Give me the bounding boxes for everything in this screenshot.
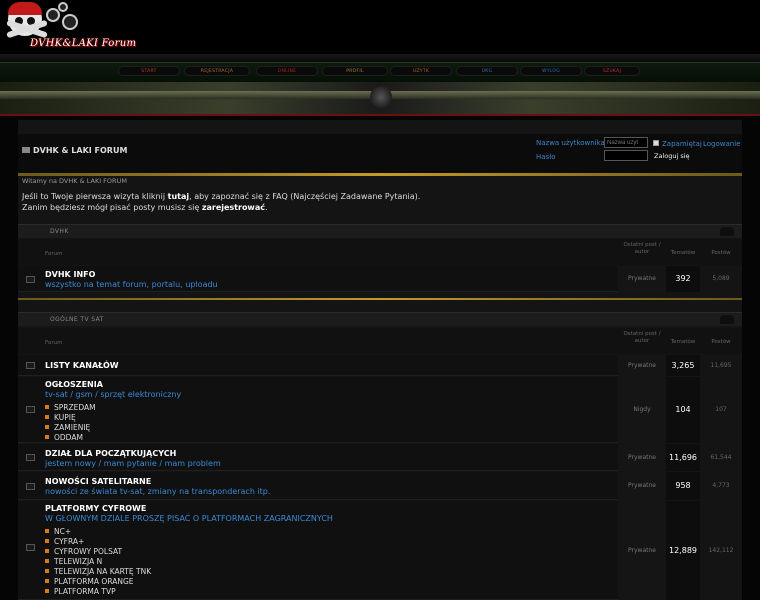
password-input[interactable]: [604, 150, 648, 161]
forum-title[interactable]: LISTY KANAŁÓW: [45, 361, 119, 370]
folder-icon: [22, 147, 30, 153]
forum-icon: [26, 276, 35, 283]
topic-count: 958: [666, 472, 700, 500]
post-count: 61,544: [700, 444, 742, 471]
forum-icon: [26, 454, 35, 461]
topic-count: 11,696: [666, 444, 700, 471]
nav-register[interactable]: REJESTRACJA: [184, 66, 250, 76]
nav-start[interactable]: START: [118, 66, 180, 76]
forum-icon: [26, 544, 35, 551]
page-title: DVHK & LAKI FORUM: [22, 146, 127, 155]
nav-ukg[interactable]: UKG: [456, 66, 518, 76]
forum-title[interactable]: OGŁOSZENIA: [45, 380, 103, 389]
last-post: Prywatne: [618, 472, 666, 500]
post-count: 5,089: [700, 266, 742, 292]
forum-description: wszystko na temat forum, portalu, upload…: [45, 280, 218, 289]
topic-count: 392: [666, 266, 700, 292]
forum-row[interactable]: OGŁOSZENIA tv-sat / gsm / sprzęt elektro…: [18, 377, 742, 443]
subforum-link[interactable]: SPRZEDAM: [45, 403, 96, 413]
subforum-list: NC+ CYFRA+ CYFROWY POLSAT TELEWIZJA N TE…: [45, 527, 151, 597]
subforum-list: SPRZEDAM KUPIĘ ZAMIENIĘ ODDAM: [45, 403, 96, 443]
site-logo[interactable]: DVHK&LAKI Forum: [2, 0, 152, 56]
password-label: Hasło: [536, 153, 556, 161]
register-link[interactable]: zarejestrować: [202, 203, 265, 212]
forum-row[interactable]: DZIAŁ DLA POCZĄTKUJĄCYCH jestem nowy / m…: [18, 444, 742, 471]
forum-icon: [26, 406, 35, 413]
forum-icon: [26, 362, 35, 369]
forum-row[interactable]: NOWOŚCI SATELITARNE nowości ze świata tv…: [18, 472, 742, 500]
collapse-icon[interactable]: [720, 315, 734, 324]
logo-text: DVHK&LAKI Forum: [30, 38, 137, 49]
forum-row[interactable]: PLATFORMY CYFROWE W GŁOWNYM DZIALE PROSZ…: [18, 501, 742, 600]
username-label: Nazwa użytkownika: [536, 139, 605, 147]
nav-profile[interactable]: PROFIL: [322, 66, 388, 76]
nav-logout[interactable]: WYLOG: [520, 66, 582, 76]
subforum-link[interactable]: CYFRA+: [45, 537, 151, 547]
login-button[interactable]: Zaloguj się: [654, 152, 690, 160]
forum-description: nowości ze świata tv-sat, zmiany na tran…: [45, 487, 271, 496]
forum-content: DVHK & LAKI FORUM Nazwa użytkownika Zapa…: [18, 120, 742, 600]
forum-description: W GŁOWNYM DZIALE PROSZĘ PISAĆ O PLATFORM…: [45, 514, 333, 523]
speakers-icon: [46, 2, 80, 32]
last-post: Prywatne: [618, 355, 666, 376]
forum-title[interactable]: DVHK INFO: [45, 270, 95, 279]
last-post: Prywatne: [618, 266, 666, 292]
forum-title[interactable]: NOWOŚCI SATELITARNE: [45, 477, 151, 486]
login-bar: DVHK & LAKI FORUM Nazwa użytkownika Zapa…: [18, 134, 742, 174]
forum-description: jestem nowy / mam pytanie / mam problem: [45, 459, 221, 468]
category-header-tv-sat: OGÓLNE TV SAT: [18, 312, 742, 326]
topic-count: 3,265: [666, 355, 700, 376]
gold-divider: [18, 298, 742, 300]
collapse-icon[interactable]: [720, 227, 734, 236]
subforum-link[interactable]: PLATFORMA TVP: [45, 587, 151, 597]
topic-count: 104: [666, 377, 700, 443]
username-input[interactable]: [604, 137, 648, 148]
subforum-link[interactable]: ODDAM: [45, 433, 96, 443]
last-post: Nigdy: [618, 377, 666, 443]
last-post: Prywatne: [618, 501, 666, 600]
forum-row[interactable]: DVHK INFO wszystko na temat forum, porta…: [18, 266, 742, 292]
divider: [0, 114, 760, 116]
subforum-link[interactable]: KUPIĘ: [45, 413, 96, 423]
faq-link[interactable]: tutaj: [168, 192, 189, 201]
subforum-link[interactable]: NC+: [45, 527, 151, 537]
forum-description: tv-sat / gsm / sprzęt elektroniczny: [45, 390, 182, 399]
subforum-link[interactable]: TELEWIZJA N: [45, 557, 151, 567]
welcome-title: Witamy na DVHK & LAKI FORUM: [22, 177, 127, 185]
remember-checkbox[interactable]: [653, 140, 659, 146]
column-headers: Forum Ostatni post / autor Tematów Postó…: [18, 328, 742, 354]
forum-title[interactable]: PLATFORMY CYFROWE: [45, 504, 146, 513]
forum-row[interactable]: LISTY KANAŁÓW Prywatne 3,265 11,695: [18, 355, 742, 376]
category-header-dvhk: DVHK: [18, 224, 742, 238]
subforum-link[interactable]: CYFROWY POLSAT: [45, 547, 151, 557]
nav-search[interactable]: SZUKAJ: [584, 66, 640, 76]
post-count: 11,695: [700, 355, 742, 376]
post-count: 142,112: [700, 501, 742, 600]
decorative-banner: [0, 82, 760, 114]
remember-label: Zapamiętaj: [662, 140, 702, 148]
nav-users[interactable]: UŻYTK: [390, 66, 452, 76]
post-count: 107: [700, 377, 742, 443]
welcome-text: Jeśli to Twoje pierwsza wizyta kliknij t…: [22, 192, 421, 212]
forum-title[interactable]: DZIAŁ DLA POCZĄTKUJĄCYCH: [45, 449, 176, 458]
subforum-link[interactable]: PLATFORMA ORANGE: [45, 577, 151, 587]
subforum-link[interactable]: ZAMIENIĘ: [45, 423, 96, 433]
nav-online[interactable]: ONLINE: [256, 66, 318, 76]
topic-count: 12,889: [666, 501, 700, 600]
login-link[interactable]: Logowanie: [703, 140, 741, 148]
post-count: 4,773: [700, 472, 742, 500]
last-post: Prywatne: [618, 444, 666, 471]
column-headers: Forum Ostatni post / autor Tematów Postó…: [18, 239, 742, 265]
disc-icon: [370, 86, 392, 108]
gold-divider: [18, 173, 742, 176]
forum-icon: [26, 483, 35, 490]
subforum-link[interactable]: TELEWIZJA NA KARTĘ TNK: [45, 567, 151, 577]
